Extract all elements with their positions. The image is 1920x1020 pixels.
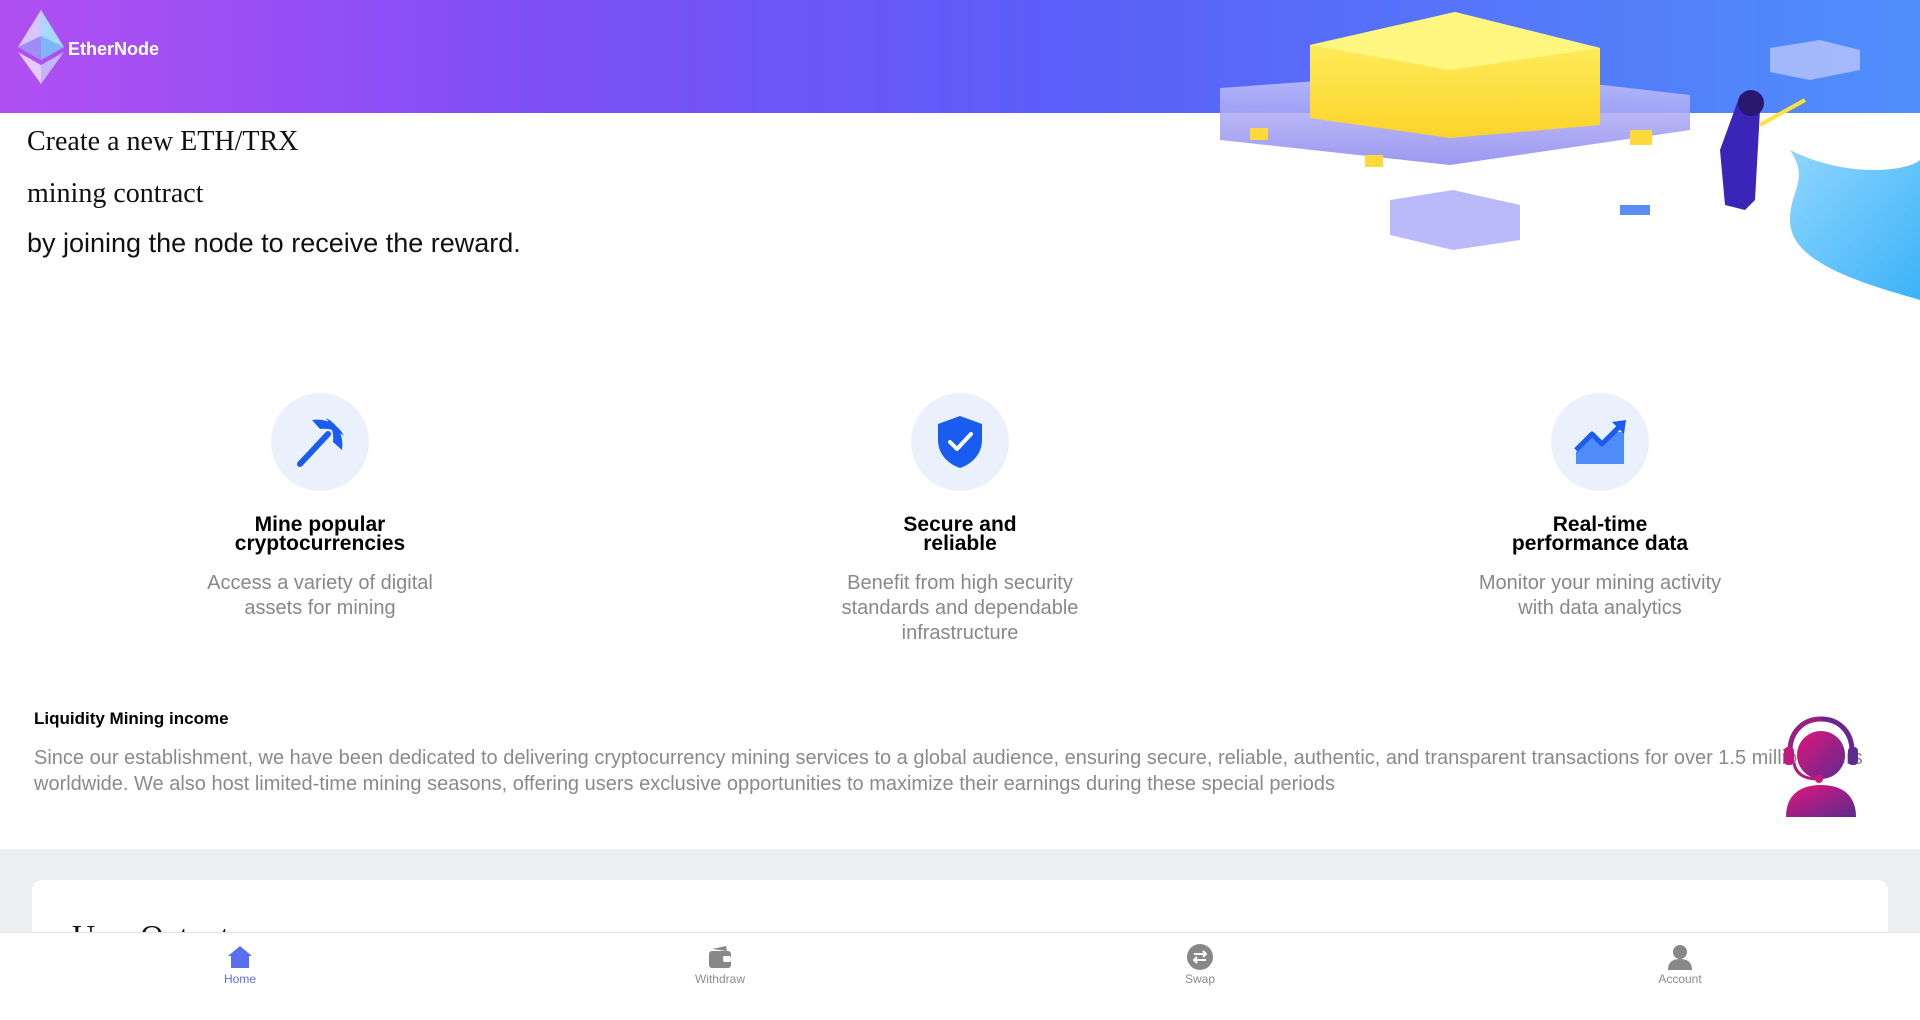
home-icon (228, 946, 252, 968)
hero-line-3: by joining the node to receive the rewar… (27, 228, 521, 258)
nav-account[interactable]: Account (1620, 943, 1740, 986)
hero-illustration (1220, 12, 1920, 300)
feature-mine: Mine popular cryptocurrencies Access a v… (110, 393, 530, 621)
feature-secure: Secure and reliable Benefit from high se… (750, 393, 1170, 646)
wallet-icon (709, 946, 731, 968)
ethereum-logo-icon[interactable] (18, 10, 64, 84)
nav-home[interactable]: Home (180, 943, 300, 986)
customer-support-icon[interactable] (1778, 715, 1864, 817)
feature-description: Benefit from high security standards and… (841, 572, 1079, 644)
feature-title: Secure and reliable (903, 513, 1017, 555)
swap-icon (1187, 944, 1213, 970)
feature-description: Monitor your mining activity with data a… (1478, 572, 1722, 619)
nav-label: Account (1658, 972, 1702, 986)
feature-title: Mine popular cryptocurrencies (234, 513, 406, 555)
user-icon (1668, 945, 1692, 970)
feature-description: Access a variety of digital assets for m… (207, 572, 433, 619)
feature-icon-circle (1551, 393, 1649, 491)
brand-name[interactable]: EtherNode (68, 39, 159, 60)
liquidity-text: Since our establishment, we have been de… (34, 747, 1863, 795)
nav-label: Swap (1184, 972, 1216, 986)
card-title: User Output (72, 918, 229, 932)
shield-check-icon (938, 416, 982, 468)
nav-label: Withdraw (694, 972, 745, 986)
feature-title: Real-time performance data (1511, 513, 1689, 555)
liquidity-title: Liquidity Mining income (34, 709, 229, 728)
pickaxe-icon (297, 418, 344, 467)
trending-up-icon (1574, 420, 1626, 464)
nav-withdraw[interactable]: Withdraw (660, 943, 780, 986)
hero-line-1: Create a new ETH/TRX (27, 126, 299, 157)
feature-icon-circle (911, 393, 1009, 491)
nav-swap[interactable]: Swap (1140, 943, 1260, 986)
feature-icon-circle (271, 393, 369, 491)
hero-line-2: mining contract (27, 178, 204, 209)
bottom-navigation: Home Withdraw Swap Account (0, 932, 1920, 994)
feature-realtime: Real-time performance data Monitor your … (1390, 393, 1810, 621)
nav-label: Home (223, 972, 256, 986)
